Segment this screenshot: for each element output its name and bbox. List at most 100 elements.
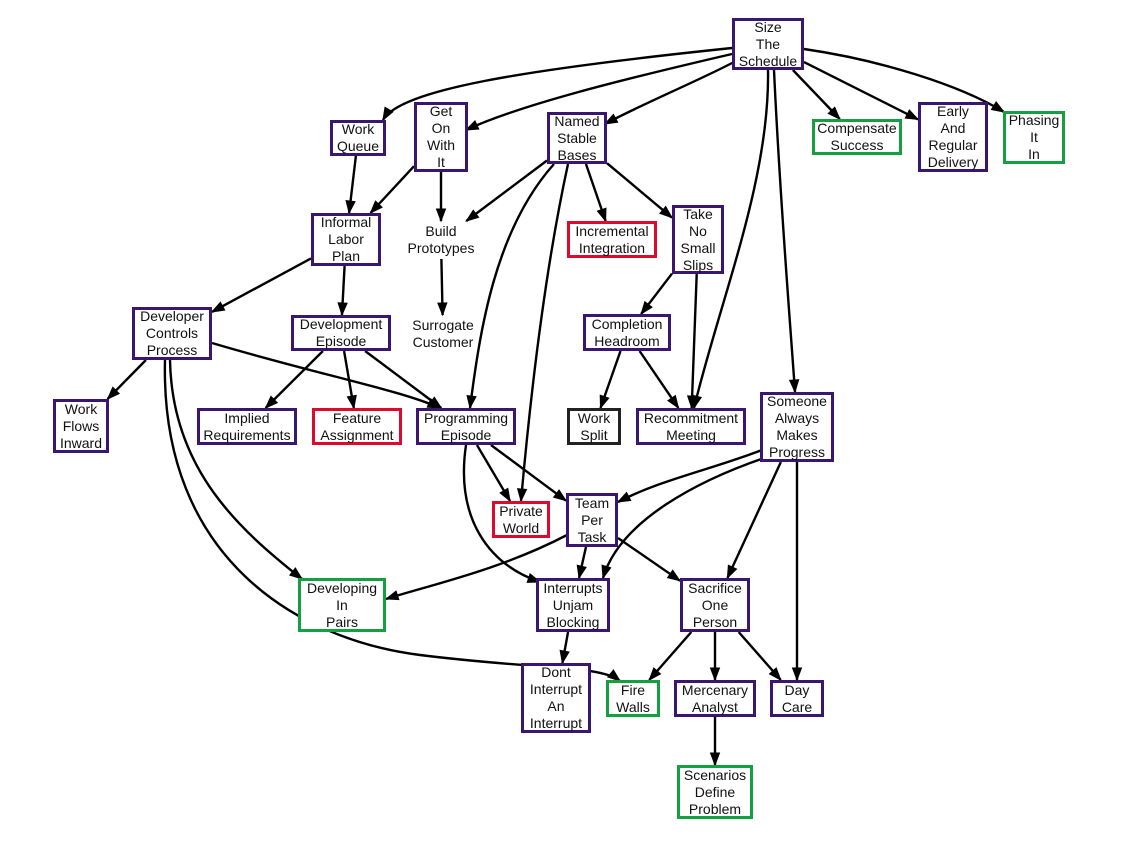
node-scenarios-define-problem[interactable]: Scenarios Define Problem [677,765,753,819]
arrowhead-icon [576,564,587,580]
arrowhead-icon [596,207,607,223]
edge-line [364,350,442,409]
node-work-queue[interactable]: Work Queue [330,120,386,156]
edge-someone-always-makes-progress-to-day-care [791,462,803,682]
edge-informal-labor-plan-to-developer-controls-process [210,257,312,313]
arrowhead-icon [345,199,356,215]
edge-take-no-small-slips-to-recommitment-meeting [686,273,698,410]
node-work-flows-inward[interactable]: Work Flows Inward [53,399,109,453]
arrowhead-icon [210,301,226,313]
node-informal-labor-plan[interactable]: Informal Labor Plan [311,213,381,266]
arrowhead-icon [791,667,803,682]
node-private-world[interactable]: Private World [492,501,550,538]
node-label: Private World [499,502,543,536]
arrowhead-icon [559,649,570,665]
node-label: Scenarios Define Problem [683,766,747,817]
node-label: Dont Interrupt An Interrupt [529,664,583,731]
node-label: Mercenary Analyst [681,681,749,715]
edge-line [617,448,763,504]
node-feature-assignment[interactable]: Feature Assignment [312,408,402,445]
node-label: Implied Requirements [203,409,291,443]
node-label: Surrogate Customer [412,317,474,350]
edge-line [726,461,782,579]
edge-programming-episode-to-private-world [475,444,512,503]
node-mercenary-analyst[interactable]: Mercenary Analyst [674,680,756,717]
node-recommitment-meeting[interactable]: Recommitment Meeting [636,408,746,445]
arrowhead-icon [599,394,610,410]
edge-line [606,162,673,219]
node-developer-controls-process[interactable]: Developer Controls Process [132,307,212,360]
node-label: Get On With It [427,103,455,170]
node-day-care[interactable]: Day Care [770,680,824,717]
node-dont-interrupt-an-interrupt[interactable]: Dont Interrupt An Interrupt [521,663,591,733]
edge-build-prototypes-to-surrogate-customer [437,258,448,317]
edge-named-stable-bases-to-take-no-small-slips [606,162,674,219]
edge-completion-headroom-to-recommitment-meeting [638,350,680,410]
edge-team-per-task-to-sacrifice-one-person [617,536,682,582]
node-label: Compensate Success [817,120,897,153]
node-surrogate-customer[interactable]: Surrogate Customer [403,315,483,353]
node-label: Completion Headroom [591,315,663,349]
edge-get-on-with-it-to-build-prototypes [435,172,447,223]
node-build-prototypes[interactable]: Build Prototypes [400,221,482,259]
edge-mercenary-analyst-to-scenarios-define-problem [709,717,721,767]
node-developing-in-pairs[interactable]: Developing In Pairs [298,578,386,632]
edge-size-the-schedule-to-named-stable-bases [603,60,735,126]
arrowhead-icon [384,590,400,601]
arrowhead-icon [616,491,632,503]
arrowhead-icon [601,564,612,580]
node-label: Phasing It In [1008,112,1060,162]
edge-line [211,257,312,313]
edge-size-the-schedule-to-someone-always-makes-progress [772,69,800,394]
node-label: Take No Small Slips [680,205,716,273]
pattern-diagram: Size The Schedule Work Queue Get On With I… [0,0,1124,847]
node-label: Named Stable Bases [554,112,600,163]
edge-informal-labor-plan-to-development-episode [337,265,348,317]
node-fire-walls[interactable]: Fire Walls [606,680,660,717]
arrowhead-icon [499,487,511,503]
arrowhead-icon [435,208,447,223]
node-interrupts-unjam-blocking[interactable]: Interrupts Unjam Blocking [536,578,610,632]
node-incremental-integration[interactable]: Incremental Integration [567,221,657,258]
node-label: Incremental Integration [575,222,649,256]
edge-get-on-with-it-to-informal-labor-plan [369,165,415,215]
node-get-on-with-it[interactable]: Get On With It [414,102,468,172]
arrowhead-icon [337,302,348,317]
node-someone-always-makes-progress[interactable]: Someone Always Makes Progress [760,392,834,462]
edge-line [604,60,735,126]
arrowhead-icon [709,667,721,682]
edge-team-per-task-to-interrupts-unjam-blocking [576,546,588,580]
arrowhead-icon [382,106,394,122]
node-take-no-small-slips[interactable]: Take No Small Slips [672,205,724,274]
node-label: Recommitment Meeting [643,409,739,443]
node-label: Someone Always Makes Progress [767,393,827,460]
node-phasing-it-in[interactable]: Phasing It In [1003,111,1065,164]
edge-line [519,163,570,502]
node-size-the-schedule[interactable]: Size The Schedule [732,18,804,70]
node-early-and-regular-delivery[interactable]: Early And Regular Delivery [918,102,988,172]
node-label: Work Queue [336,121,380,154]
node-programming-episode[interactable]: Programming Episode [416,408,516,445]
node-implied-requirements[interactable]: Implied Requirements [197,408,297,445]
node-named-stable-bases[interactable]: Named Stable Bases [547,112,607,164]
edge-named-stable-bases-to-private-world [516,163,570,503]
node-completion-headroom[interactable]: Completion Headroom [583,314,671,351]
arrowhead-icon [437,302,448,317]
node-label: Early And Regular Delivery [927,103,979,170]
edge-named-stable-bases-to-incremental-integration [584,163,607,223]
node-label: Interrupts Unjam Blocking [543,579,603,630]
arrowhead-icon [788,379,800,394]
arrowhead-icon [667,394,680,410]
node-label: Feature Assignment [320,409,394,443]
node-label: Work Flows Inward [59,400,103,451]
edge-line [690,273,698,409]
node-label: Developing In Pairs [306,579,378,630]
edge-developer-controls-process-to-work-flows-inward [106,359,147,401]
node-compensate-success[interactable]: Compensate Success [812,119,902,155]
node-label: Team Per Task [574,494,610,545]
edge-sacrifice-one-person-to-mercenary-analyst [709,632,721,682]
node-sacrifice-one-person[interactable]: Sacrifice One Person [680,578,750,632]
node-work-split[interactable]: Work Split [567,408,621,445]
node-team-per-task[interactable]: Team Per Task [566,493,618,547]
node-development-episode[interactable]: Development Episode [291,315,391,351]
